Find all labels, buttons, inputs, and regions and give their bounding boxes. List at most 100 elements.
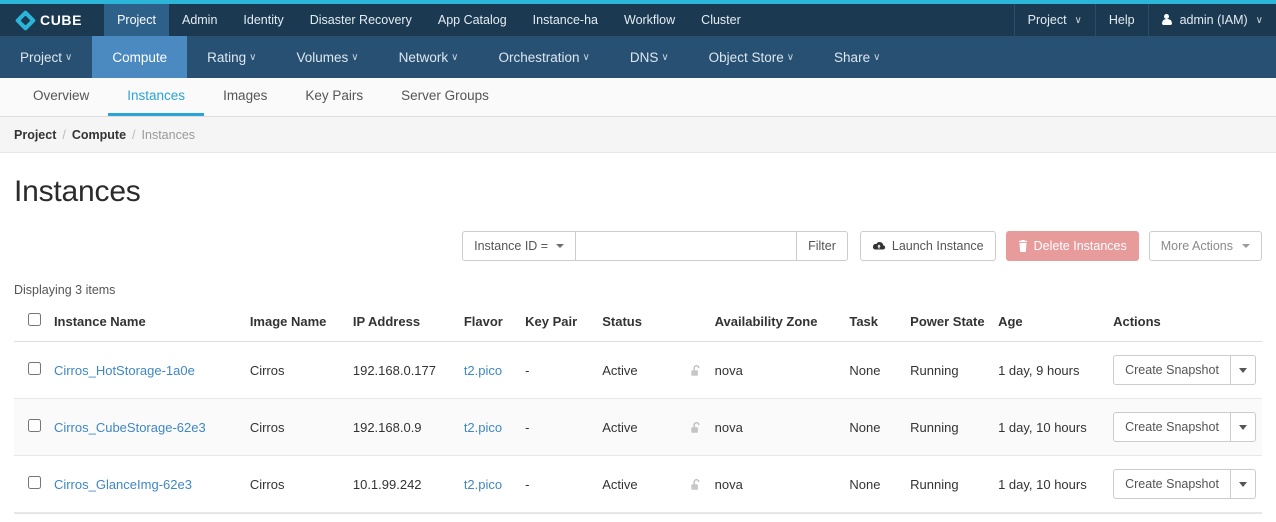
power-state-text: Running (910, 419, 959, 435)
subnav-item-project[interactable]: Project ∨ (0, 36, 92, 78)
delete-instances-button[interactable]: Delete Instances (1005, 231, 1139, 261)
tab-instances[interactable]: Instances (108, 78, 205, 116)
subnav-item-label: Rating (207, 49, 247, 65)
panel-tab-bar: Overview Instances Images Key Pairs Server G… (0, 78, 1276, 117)
row-actions-dropdown-toggle[interactable] (1230, 412, 1256, 442)
task-text: None (849, 476, 881, 492)
topnav-item-admin[interactable]: Admin (169, 4, 230, 36)
launch-instance-button[interactable]: Launch Instance (859, 231, 996, 261)
chevron-down-icon: ∨ (1074, 14, 1082, 26)
flavor-link[interactable]: t2.pico (464, 363, 502, 378)
chevron-down-icon: ∨ (661, 51, 669, 63)
topnav-item-app-catalog[interactable]: App Catalog (425, 4, 520, 36)
topnav-right-admin-iam-[interactable]: admin (IAM) ∨ (1147, 4, 1276, 36)
subnav-item-dns[interactable]: DNS ∨ (610, 36, 689, 78)
brand-name: CUBE (40, 12, 83, 28)
tab-server-groups[interactable]: Server Groups (382, 78, 508, 116)
topnav-right-help[interactable]: Help (1094, 4, 1148, 36)
image-name-cell: Cirros (243, 455, 347, 513)
chevron-down-icon: ∨ (1255, 14, 1263, 26)
table-toolbar: Instance ID = Filter Launch Instance Del… (14, 231, 1262, 261)
chevron-down-icon: ∨ (451, 51, 459, 63)
tab-images[interactable]: Images (204, 78, 286, 116)
subnav-item-volumes[interactable]: Volumes ∨ (277, 36, 379, 78)
flavor-link[interactable]: t2.pico (464, 420, 502, 435)
key-pair-cell: - (519, 455, 597, 513)
row-actions-dropdown-toggle[interactable] (1230, 355, 1256, 385)
topnav-item-instance-ha[interactable]: Instance-ha (520, 4, 611, 36)
row-actions-dropdown-toggle[interactable] (1230, 469, 1256, 499)
subnav-item-compute[interactable]: Compute (92, 36, 188, 78)
flavor-link[interactable]: t2.pico (464, 477, 502, 492)
actions-cell: Create Snapshot (1107, 341, 1262, 399)
topnav-right-project[interactable]: Project ∨ (1013, 4, 1095, 36)
column-header-age: Age (992, 307, 1108, 342)
page-title: Instances (14, 175, 141, 208)
instance-name-link[interactable]: Cirros_HotStorage-1a0e (54, 363, 195, 378)
create-snapshot-button[interactable]: Create Snapshot (1113, 469, 1231, 499)
breadcrumb-item-project[interactable]: Project (14, 128, 56, 142)
task-text: None (849, 362, 881, 378)
age-text: 1 day, 10 hours (998, 419, 1087, 435)
row-select-cell (14, 455, 48, 513)
tab-key-pairs[interactable]: Key Pairs (286, 78, 382, 116)
column-header-status: Status (596, 307, 709, 342)
select-all-checkbox[interactable] (28, 313, 41, 326)
age-text: 1 day, 9 hours (998, 362, 1080, 378)
ip-address-text: 10.1.99.242 (352, 476, 422, 492)
trash-icon (1018, 240, 1028, 252)
row-checkbox[interactable] (28, 476, 41, 489)
key-pair-cell: - (519, 398, 597, 456)
status-text: Active (602, 419, 638, 435)
topnav-item-label: Cluster (701, 13, 741, 27)
tab-label: Overview (33, 88, 90, 103)
availability-zone-text: nova (714, 476, 743, 492)
ip-address-cell: 192.168.0.177 (346, 341, 458, 399)
delete-instances-label: Delete Instances (1033, 239, 1127, 253)
tab-label: Server Groups (401, 88, 489, 103)
create-snapshot-button[interactable]: Create Snapshot (1113, 355, 1231, 385)
breadcrumb-item-compute[interactable]: Compute (72, 128, 126, 142)
column-header-actions: Actions (1107, 307, 1262, 342)
launch-instance-label: Launch Instance (891, 239, 984, 253)
row-checkbox[interactable] (28, 362, 41, 375)
filter-type-dropdown[interactable]: Instance ID = (462, 231, 577, 261)
row-checkbox[interactable] (28, 419, 41, 432)
more-actions-button[interactable]: More Actions (1148, 231, 1262, 261)
topnav-item-identity[interactable]: Identity (230, 4, 296, 36)
subnav-item-label: DNS (629, 49, 659, 65)
power-state-text: Running (910, 362, 959, 378)
tab-overview[interactable]: Overview (14, 78, 108, 116)
image-name-cell: Cirros (243, 398, 347, 456)
topnav-item-workflow[interactable]: Workflow (611, 4, 688, 36)
power-state-cell: Running (904, 341, 993, 399)
subnav-item-object-store[interactable]: Object Store ∨ (689, 36, 814, 78)
create-snapshot-button[interactable]: Create Snapshot (1113, 412, 1231, 442)
instance-name-link[interactable]: Cirros_CubeStorage-62e3 (54, 420, 206, 435)
column-header-flavor: Flavor (457, 307, 520, 342)
unlock-icon (690, 364, 703, 377)
topnav-item-cluster[interactable]: Cluster (688, 4, 754, 36)
actions-cell: Create Snapshot (1107, 455, 1262, 513)
chevron-down-icon (1238, 481, 1247, 487)
subnav-item-rating[interactable]: Rating ∨ (187, 36, 276, 78)
chevron-down-icon (1238, 367, 1247, 373)
subnav-item-orchestration[interactable]: Orchestration ∨ (478, 36, 609, 78)
subnav-item-network[interactable]: Network ∨ (379, 36, 479, 78)
breadcrumb-separator: / (62, 127, 66, 142)
task-cell: None (843, 341, 905, 399)
topnav-right-label: Project (1027, 13, 1067, 27)
age-cell: 1 day, 9 hours (992, 341, 1108, 399)
topnav-item-label: Project (117, 13, 156, 27)
subnav-item-share[interactable]: Share ∨ (814, 36, 900, 78)
breadcrumb-separator: / (132, 127, 136, 142)
topnav-item-project[interactable]: Project (104, 4, 169, 36)
secondary-navigation-bar: Project ∨ Compute Rating ∨ Volumes ∨ Network ∨ Or… (0, 36, 1276, 78)
instance-name-link[interactable]: Cirros_GlanceImg-62e3 (54, 477, 192, 492)
topnav-item-disaster-recovery[interactable]: Disaster Recovery (297, 4, 425, 36)
chevron-down-icon: ∨ (873, 51, 881, 63)
brand-logo[interactable]: CUBE (0, 4, 104, 36)
image-name-text: Cirros (249, 362, 285, 378)
filter-button[interactable]: Filter (796, 231, 848, 261)
filter-search-input[interactable] (576, 231, 797, 261)
